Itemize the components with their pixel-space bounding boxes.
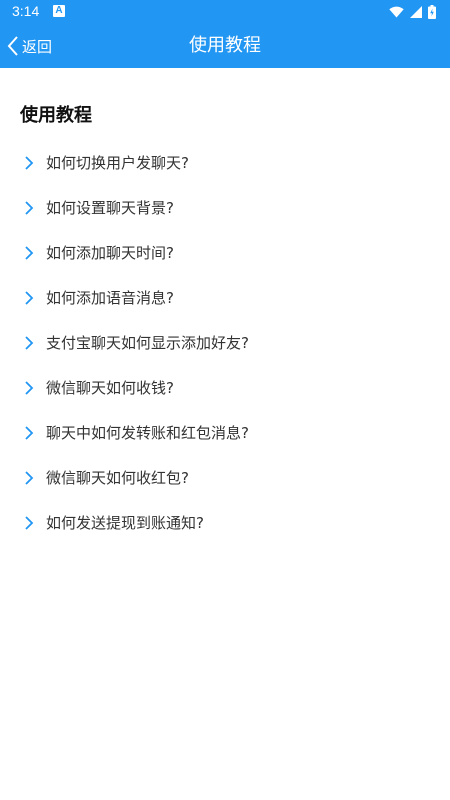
list-item[interactable]: 聊天中如何发转账和红包消息?: [0, 410, 450, 455]
status-bar: 3:14 A: [0, 0, 450, 24]
chevron-right-icon: [25, 515, 34, 530]
list-item[interactable]: 如何添加聊天时间?: [0, 230, 450, 275]
list-item[interactable]: 如何发送提现到账通知?: [0, 500, 450, 545]
page-title: 使用教程: [189, 35, 261, 56]
chevron-right-icon: [25, 200, 34, 215]
chevron-right-icon: [25, 290, 34, 305]
list-item[interactable]: 如何添加语音消息?: [0, 275, 450, 320]
list-item[interactable]: 支付宝聊天如何显示添加好友?: [0, 320, 450, 365]
list-item[interactable]: 如何切换用户发聊天?: [0, 140, 450, 185]
chevron-right-icon: [25, 335, 34, 350]
wifi-icon: [389, 6, 404, 18]
section-title: 使用教程: [20, 105, 92, 126]
list-item-label: 如何切换用户发聊天?: [46, 154, 189, 172]
list-item-label: 如何设置聊天背景?: [46, 199, 174, 217]
battery-icon: [428, 5, 436, 19]
chevron-right-icon: [25, 380, 34, 395]
list-item-label: 如何添加语音消息?: [46, 289, 174, 307]
tutorial-list: 如何切换用户发聊天? 如何设置聊天背景? 如何添加聊天时间? 如何添加语音消息?…: [0, 140, 450, 545]
app-bar: 返回 使用教程: [0, 24, 450, 68]
list-item-label: 微信聊天如何收红包?: [46, 469, 189, 487]
chevron-right-icon: [25, 155, 34, 170]
status-icons: [389, 4, 436, 20]
list-item[interactable]: 微信聊天如何收钱?: [0, 365, 450, 410]
list-item-label: 微信聊天如何收钱?: [46, 379, 174, 397]
chevron-right-icon: [25, 470, 34, 485]
chevron-right-icon: [25, 425, 34, 440]
list-item[interactable]: 如何设置聊天背景?: [0, 185, 450, 230]
list-item-label: 如何添加聊天时间?: [46, 244, 174, 262]
list-item-label: 聊天中如何发转账和红包消息?: [46, 424, 249, 442]
list-item[interactable]: 微信聊天如何收红包?: [0, 455, 450, 500]
list-item-label: 如何发送提现到账通知?: [46, 514, 204, 532]
signal-icon: [410, 6, 422, 18]
chevron-right-icon: [25, 245, 34, 260]
a-icon: A: [53, 5, 65, 17]
status-time: 3:14: [12, 3, 40, 19]
list-item-label: 支付宝聊天如何显示添加好友?: [46, 334, 249, 352]
